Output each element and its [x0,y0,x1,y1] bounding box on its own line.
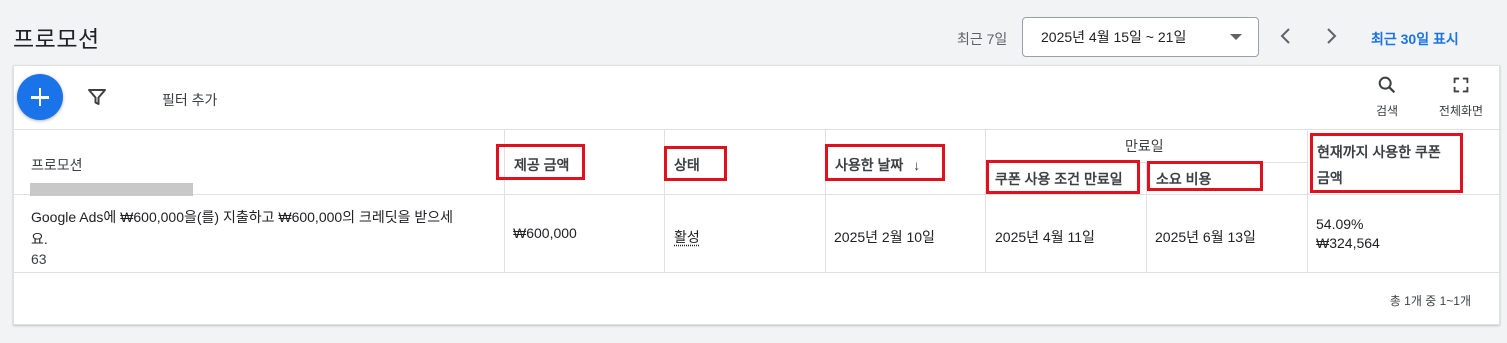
divider [14,194,1501,195]
search-label: 검색 [1375,104,1399,118]
cost-expiry-value: 2025년 6월 13일 [1155,229,1256,245]
filter-add-button[interactable]: 필터 추가 [162,90,217,110]
used-amount: ₩324,564 [1316,235,1380,251]
previous-period-button[interactable] [1274,24,1298,48]
highlight-box [1310,133,1463,193]
coupon-expiry-value: 2025년 4월 11일 [995,229,1095,245]
highlight-box [496,144,585,180]
next-period-button[interactable] [1319,24,1343,48]
divider [1307,129,1308,272]
header-expiry-group: 만료일 [1125,138,1164,154]
highlight-box [825,144,945,181]
highlight-box [664,146,727,181]
chevron-left-icon [1280,28,1290,44]
pagination-summary: 총 1개 중 1~1개 [1389,294,1471,308]
date-range-select[interactable]: 2025년 4월 15일 ~ 21일 [1022,17,1259,57]
promotion-name[interactable]: Google Ads에 ₩600,000을(를) 지출하고 ₩600,000의 … [31,207,453,267]
fullscreen-icon [1453,77,1469,93]
show-30-days-link[interactable]: 최근 30일 표시 [1371,29,1459,49]
filter-icon[interactable] [87,87,107,107]
divider [14,272,1501,273]
highlight-box [986,160,1140,194]
add-button[interactable] [17,74,63,120]
promotions-card: 필터 추가 검색 전체화면 프로모션 제공 금액 상태 사용한 날짜 ↓ 만료일… [13,65,1501,325]
promotion-id: 63 [31,251,47,267]
used-percent: 54.09% [1316,216,1364,232]
redaction-mask [30,183,193,196]
search-button[interactable]: 검색 [1371,74,1403,119]
date-range-value: 2025년 4월 15일 ~ 21일 [1041,29,1187,45]
status-value[interactable]: 활성 [674,227,700,247]
promotion-name-line2: 요. [31,231,48,247]
divider [985,129,986,272]
header-promotion[interactable]: 프로모션 [31,155,83,175]
highlight-box [1147,161,1263,191]
chevron-right-icon [1327,28,1337,44]
used-date-value: 2025년 2월 10일 [834,229,935,245]
dropdown-caret-icon [1230,34,1242,40]
promotion-name-line1: Google Ads에 ₩600,000을(를) 지출하고 ₩600,000의 … [31,209,453,225]
used-amount-value: 54.09% ₩324,564 [1316,216,1380,251]
search-icon [1378,76,1396,94]
offer-amount-value: ₩600,000 [513,225,577,241]
date-range-label: 최근 7일 [957,31,1008,47]
fullscreen-button[interactable]: 전체화면 [1432,74,1490,119]
page-title: 프로모션 [13,26,100,52]
divider [14,129,1501,130]
fullscreen-label: 전체화면 [1438,104,1484,118]
